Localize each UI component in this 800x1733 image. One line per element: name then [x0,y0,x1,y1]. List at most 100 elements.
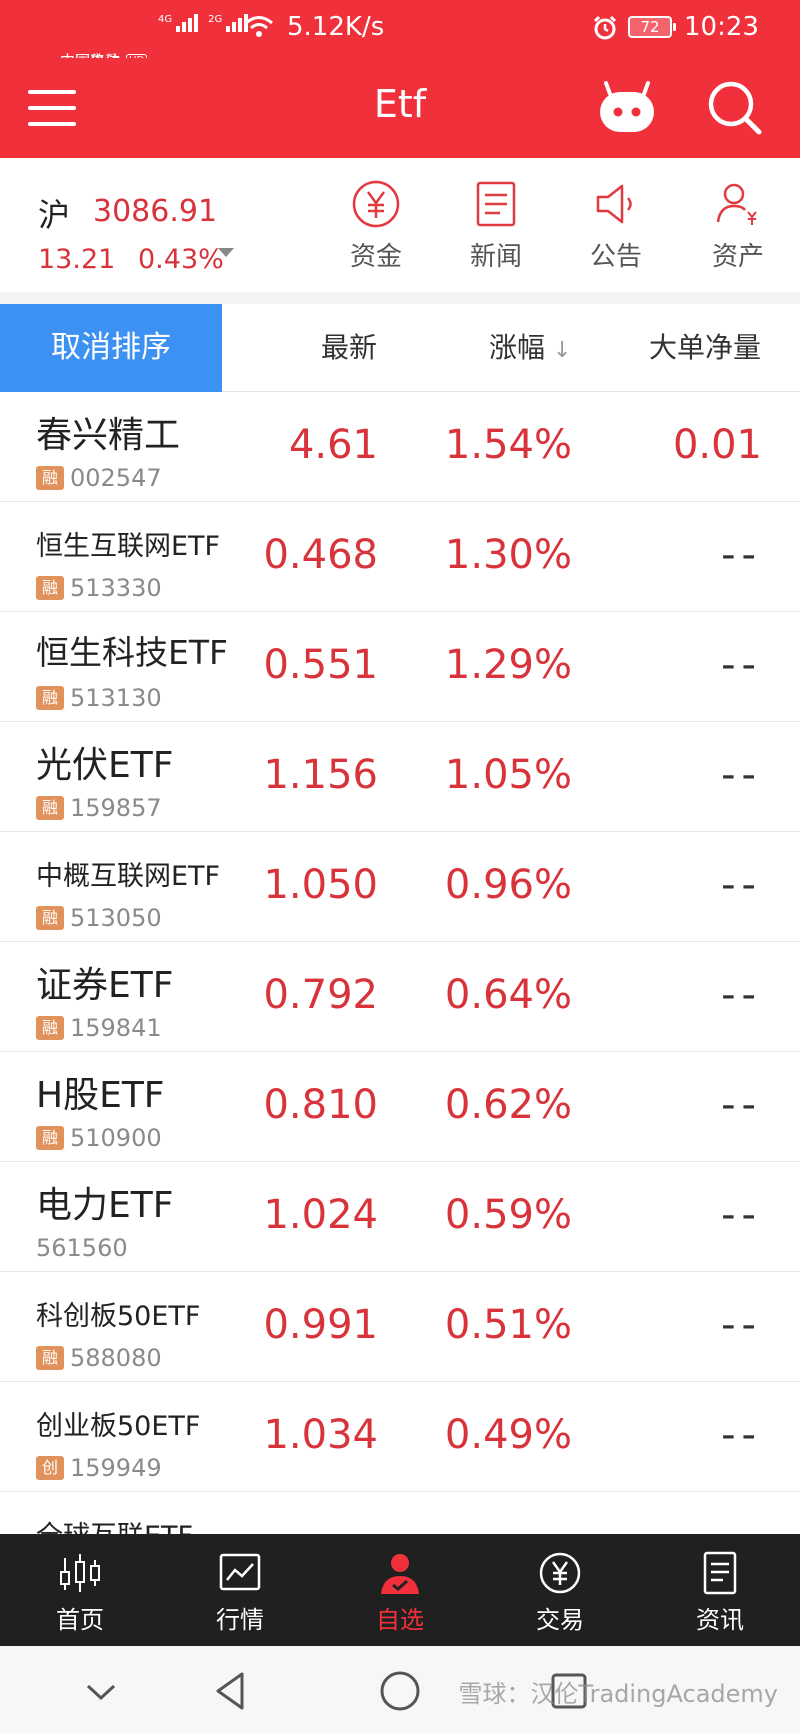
index-value: 3086.91 [93,194,218,229]
latest-price: 1.050 [263,862,378,908]
table-header: 取消排序 最新 涨幅 ↓ 大单净量 [0,304,800,392]
table-row[interactable]: 证券ETF 融 159841 0.792 0.64% -- [0,942,800,1052]
change-pct: 0.59% [444,1192,572,1238]
stock-name: 恒生科技ETF [36,633,228,672]
column-change[interactable]: 涨幅 ↓ [489,304,571,392]
stock-code: 159949 [70,1454,162,1482]
shortcut-announcements[interactable]: 公告 [571,178,661,273]
index-change: 13.21 [38,244,116,275]
stock-code: 159841 [70,1014,162,1042]
stock-code: 513130 [70,684,162,712]
stock-name: 证券ETF [36,965,174,1006]
column-latest[interactable]: 最新 [321,304,377,392]
speaker-icon [596,184,632,224]
stock-name: 创业板50ETF [36,1411,201,1442]
stock-name: 科创板50ETF [36,1301,201,1332]
alarm-icon [593,15,617,40]
gem-tag: 创 [36,1456,64,1480]
change-pct: 0.96% [444,862,572,908]
stock-code: 159857 [70,794,162,822]
battery-icon: 72 [628,16,676,38]
wifi-icon [245,16,273,37]
stock-name: 中概互联网ETF [36,861,221,892]
collapse-chevron-icon[interactable] [76,1666,126,1716]
stock-code: 510900 [70,1124,162,1152]
sort-down-icon: ↓ [553,338,572,363]
stock-code: 588080 [70,1344,162,1372]
signal-2g-icon: 2G [208,14,249,32]
search-icon[interactable] [705,78,763,136]
shortcut-funds[interactable]: 资金 [331,178,421,273]
net-volume: -- [721,642,762,688]
shortcut-news[interactable]: 新闻 [451,178,541,273]
robot-icon[interactable] [596,80,658,136]
latest-price: 1.024 [263,1192,378,1238]
latest-price: 0.468 [263,532,378,578]
margin-tag: 融 [36,1016,64,1040]
margin-tag: 融 [36,1126,64,1150]
stock-name: H股ETF [36,1075,165,1116]
yuan-circle-icon [352,180,400,228]
net-volume: -- [721,1192,762,1238]
table-row[interactable]: 全球互联ETF [0,1492,800,1534]
table-row[interactable]: H股ETF 融 510900 0.810 0.62% -- [0,1052,800,1162]
table-row[interactable]: 春兴精工 融 002547 4.61 1.54% 0.01 [0,392,800,502]
table-row[interactable]: 电力ETF 561560 1.024 0.59% -- [0,1162,800,1272]
table-row[interactable]: 创业板50ETF 创 159949 1.034 0.49% -- [0,1382,800,1492]
column-volume[interactable]: 大单净量 [649,304,761,392]
nav-market[interactable]: 行情 [180,1534,300,1646]
change-pct: 0.64% [444,972,572,1018]
margin-tag: 融 [36,1346,64,1370]
shortcut-assets[interactable]: 资产 [693,178,783,273]
stock-code: 561560 [36,1234,128,1262]
user-check-icon [381,1554,419,1594]
caret-down-icon [218,248,234,257]
net-volume: -- [721,1082,762,1128]
index-bar: 沪 3086.91 13.21 0.43% 资金 新闻 公告 资产 [0,158,800,292]
table-row[interactable]: 科创板50ETF 融 588080 0.991 0.51% -- [0,1272,800,1382]
change-pct: 0.49% [444,1412,572,1458]
table-row[interactable]: 光伏ETF 融 159857 1.156 1.05% -- [0,722,800,832]
latest-price: 1.156 [263,752,378,798]
section-divider [0,292,800,304]
latest-price: 1.034 [263,1412,378,1458]
net-volume: -- [721,1412,762,1458]
cancel-sort-button[interactable]: 取消排序 [0,304,222,392]
clock: 10:23 [684,12,759,42]
index-name: 沪 [38,196,71,234]
document-icon [703,1551,737,1595]
back-triangle-icon[interactable] [206,1666,256,1716]
candlestick-icon [60,1554,100,1592]
change-pct: 1.29% [444,642,572,688]
nav-watchlist[interactable]: 自选 [340,1534,460,1646]
nav-home[interactable]: 首页 [20,1534,140,1646]
table-row[interactable]: 中概互联网ETF 融 513050 1.050 0.96% -- [0,832,800,942]
net-volume: -- [721,752,762,798]
stock-code: 513050 [70,904,162,932]
stock-code: 513330 [70,574,162,602]
stock-name: 全球互联ETF [36,1514,193,1534]
net-volume: -- [721,862,762,908]
net-volume: -- [721,1302,762,1348]
change-pct: 1.05% [444,752,572,798]
margin-tag: 融 [36,686,64,710]
table-row[interactable]: 恒生互联网ETF 融 513330 0.468 1.30% -- [0,502,800,612]
change-pct: 1.30% [444,532,572,578]
table-row[interactable]: 恒生科技ETF 融 513130 0.551 1.29% -- [0,612,800,722]
latest-price: 0.792 [263,972,378,1018]
nav-trade[interactable]: 交易 [500,1534,620,1646]
margin-tag: 融 [36,796,64,820]
nav-news[interactable]: 资讯 [660,1534,780,1646]
margin-tag: 融 [36,576,64,600]
latest-price: 4.61 [288,422,378,468]
stock-code: 002547 [70,464,162,492]
home-circle-icon[interactable] [375,1666,425,1716]
network-speed: 5.12K/s [287,12,385,42]
latest-price: 0.551 [263,642,378,688]
stock-name: 电力ETF [36,1185,174,1226]
signal-4g-icon: 4G [158,14,199,32]
net-volume: 0.01 [672,422,762,468]
change-pct: 0.62% [444,1082,572,1128]
signal-indicators: 4G 2G [158,14,249,32]
latest-price: 0.991 [263,1302,378,1348]
